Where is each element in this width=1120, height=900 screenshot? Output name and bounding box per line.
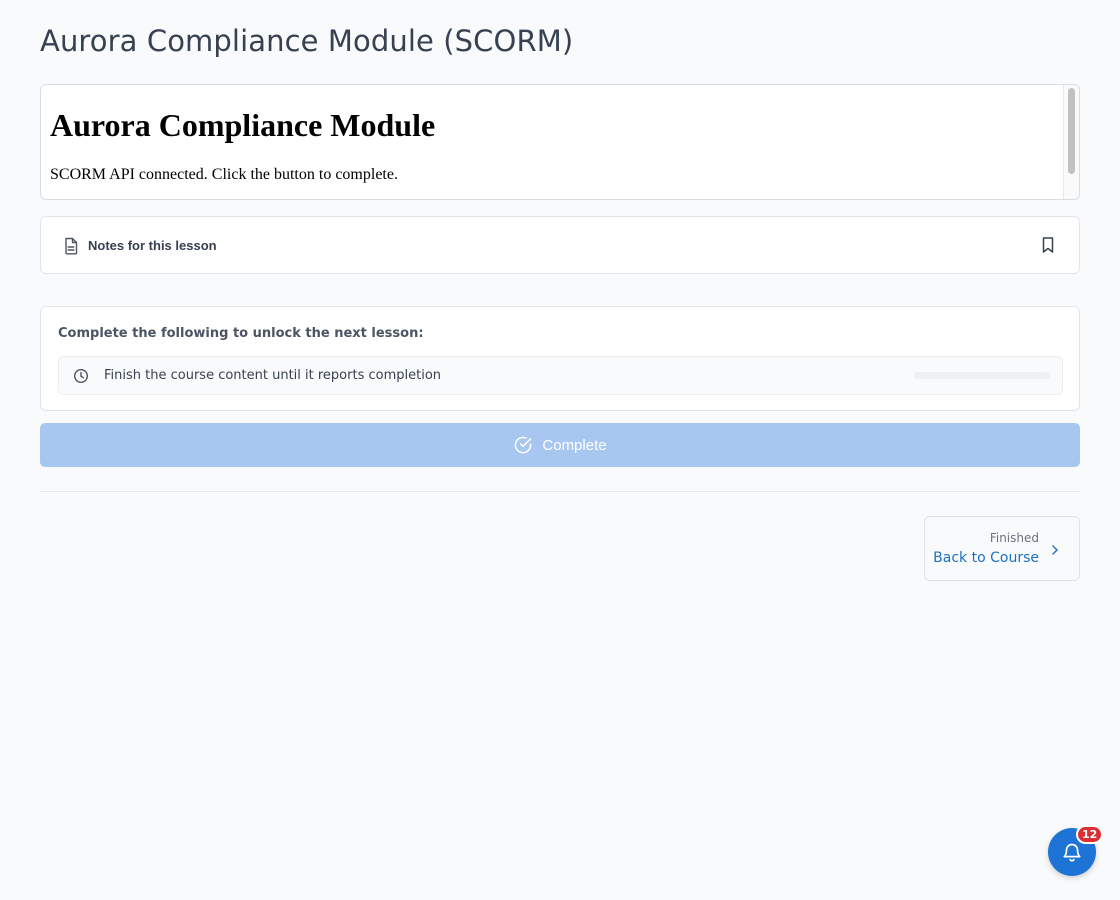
section-divider <box>40 491 1080 492</box>
frame-scrollbar-thumb[interactable] <box>1068 88 1075 174</box>
bell-icon <box>1063 843 1081 862</box>
chevron-right-icon <box>1052 545 1058 555</box>
next-nav-subtitle: Finished <box>989 531 1039 545</box>
page-title: Aurora Compliance Module (SCORM) <box>40 24 574 58</box>
next-nav-label: Back to Course <box>933 550 1039 566</box>
lesson-page: Aurora Compliance Module (SCORM) Aurora … <box>0 0 1120 900</box>
check-circle-icon <box>515 436 532 454</box>
notification-count-badge: 12 <box>1076 825 1104 844</box>
document-icon <box>65 237 78 255</box>
clock-icon <box>73 368 89 384</box>
scorm-content-frame[interactable]: Aurora Compliance Module SCORM API conne… <box>40 84 1080 200</box>
complete-button[interactable]: Complete <box>40 423 1080 467</box>
complete-button-label: Complete <box>542 436 607 454</box>
scorm-status-message: SCORM API connected. Click the button to… <box>50 166 398 183</box>
back-to-course-link[interactable]: Finished Back to Course <box>924 516 1080 581</box>
notes-label: Notes for this lesson <box>88 238 217 253</box>
requirement-progress-bar <box>914 372 1050 379</box>
bookmark-icon[interactable] <box>1039 236 1057 254</box>
lesson-notes-panel[interactable]: Notes for this lesson <box>40 216 1080 274</box>
requirement-text: Finish the course content until it repor… <box>104 368 442 383</box>
frame-scrollbar[interactable] <box>1063 85 1079 199</box>
scorm-heading: Aurora Compliance Module <box>50 107 436 143</box>
requirement-item: Finish the course content until it repor… <box>58 356 1063 395</box>
requirements-card: Complete the following to unlock the nex… <box>40 306 1080 411</box>
requirements-title: Complete the following to unlock the nex… <box>58 326 424 341</box>
